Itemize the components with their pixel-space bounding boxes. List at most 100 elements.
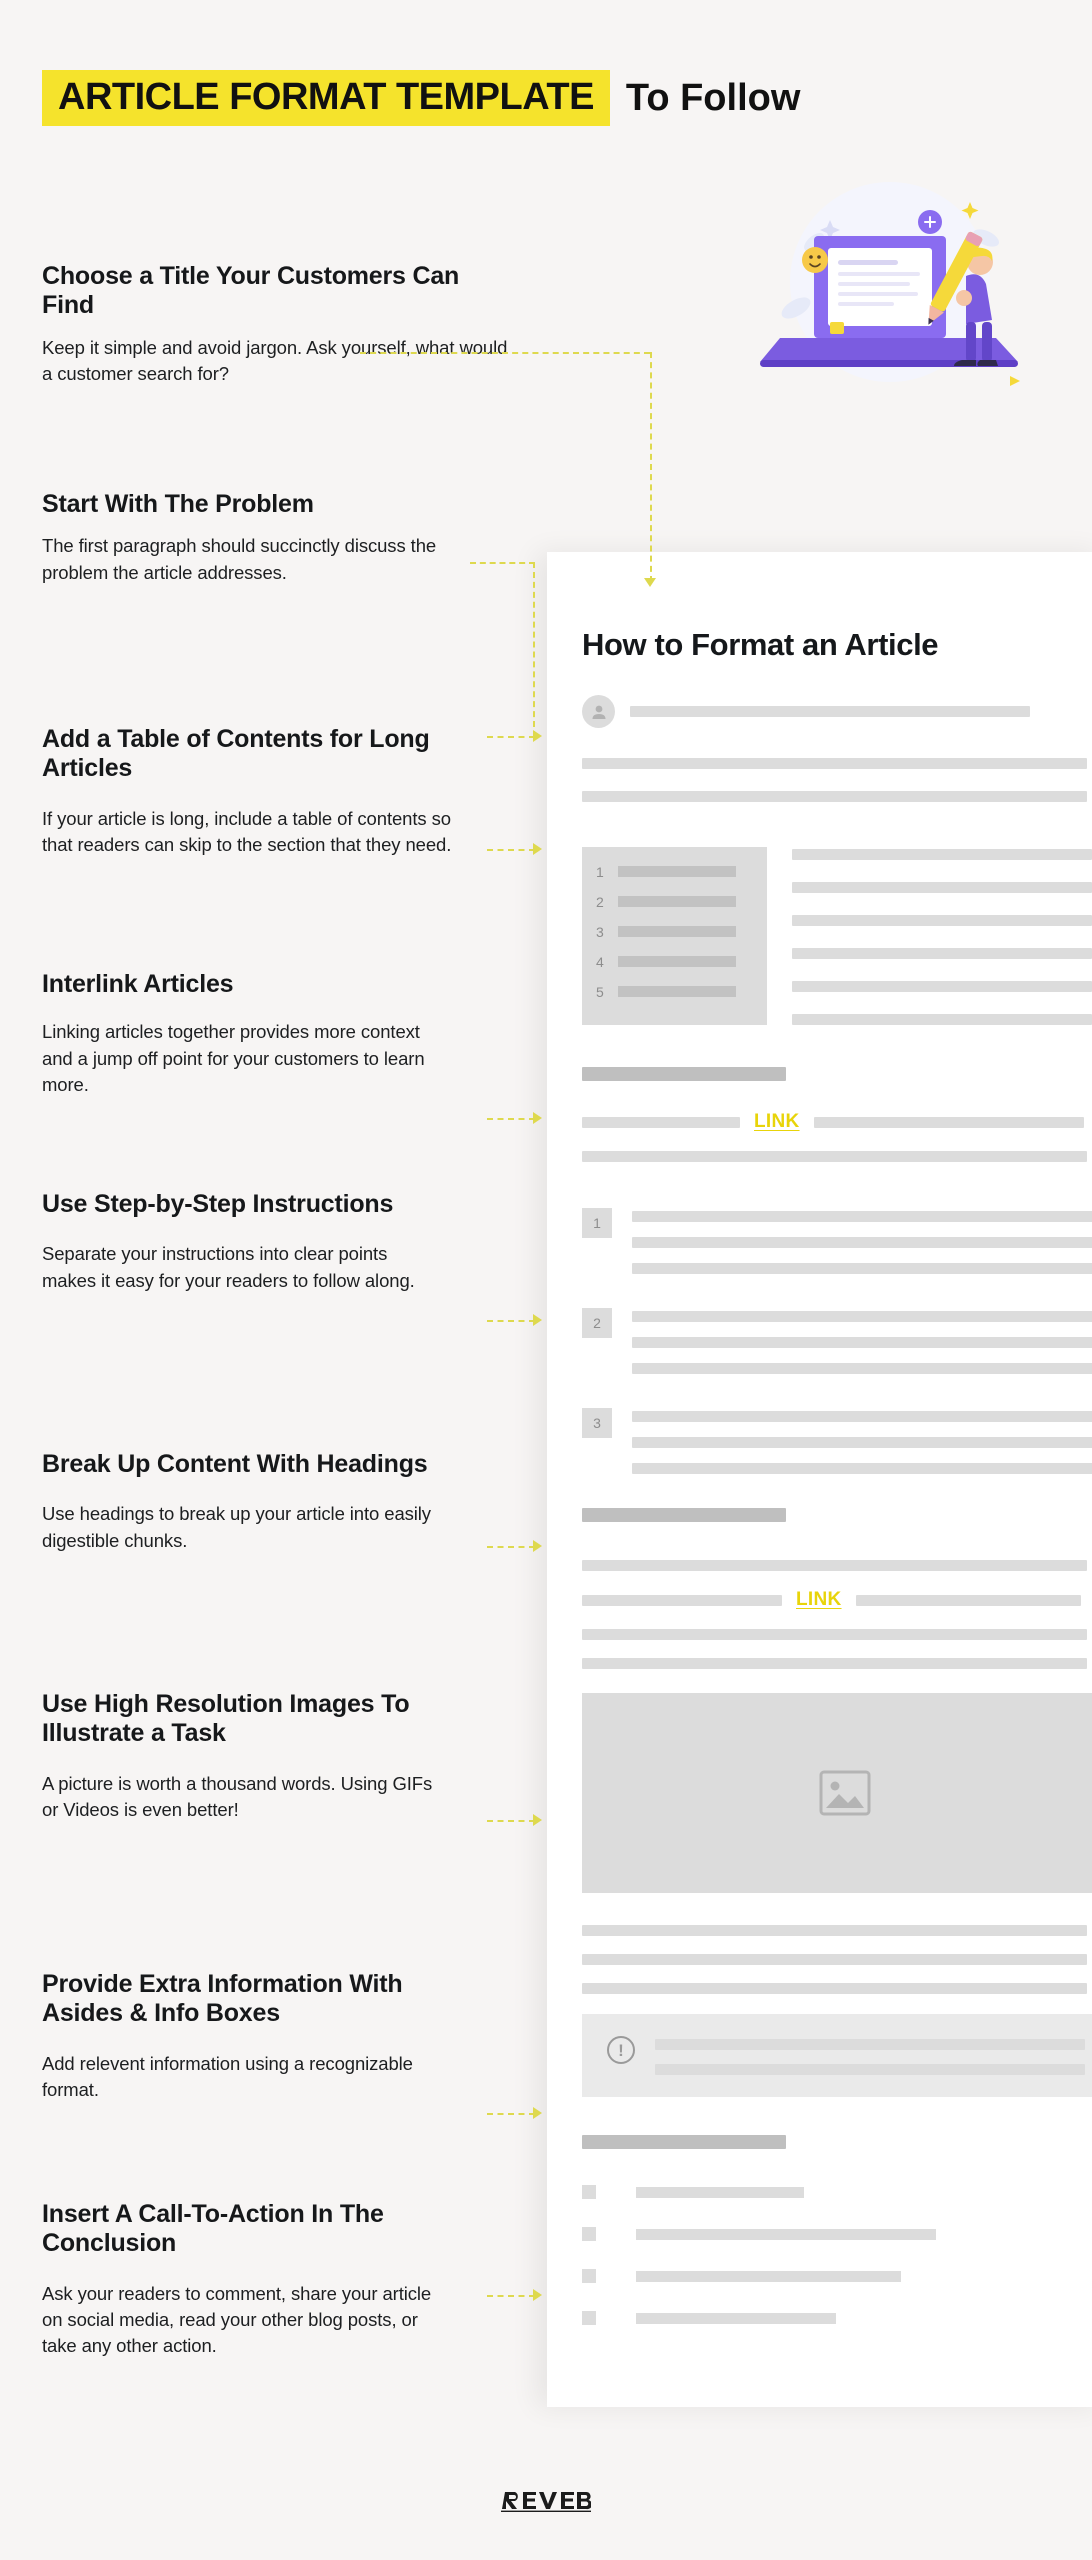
section-heading-placeholder [582, 1508, 786, 1522]
step-block-1: Choose a Title Your Customers Can Find K… [42, 262, 512, 387]
toc-number: 4 [596, 953, 604, 970]
toc-item-placeholder [618, 866, 736, 877]
toc-row: 4 [596, 952, 767, 971]
toc-side-line [792, 1014, 1092, 1025]
connector-9-line [487, 2295, 535, 2297]
step-block-7: Use High Resolution Images To Illustrate… [42, 1690, 452, 1823]
step-title: Insert A Call-To-Action In The Conclusio… [42, 2200, 384, 2258]
article-mockup-card: How to Format an Article 1 2 3 4 5 LINK … [547, 552, 1092, 2407]
cta-list-item [582, 2185, 1092, 2199]
connector-9-arrowhead [533, 2289, 542, 2301]
connector-8-line [487, 2113, 535, 2115]
step-line [632, 1363, 1092, 1374]
step-title: Start With The Problem [42, 490, 314, 518]
toc-row: 5 [596, 982, 767, 1001]
bullet-square-icon [582, 2311, 596, 2325]
step-line [632, 1463, 1092, 1474]
info-line [655, 2064, 1085, 2075]
step-line [632, 1411, 1092, 1422]
step-body: Linking articles together provides more … [42, 1021, 425, 1096]
connector-4-line [487, 1118, 535, 1120]
step-line [632, 1437, 1092, 1448]
paragraph-line [582, 1629, 1087, 1640]
connector-6-arrowhead [533, 1540, 542, 1552]
toc-row: 2 [596, 892, 767, 911]
step-number-box: 2 [582, 1308, 612, 1338]
step-text-placeholder [632, 1408, 1092, 1474]
connector-3-arrowhead [533, 843, 542, 855]
intro-line-2 [582, 791, 1087, 802]
toc-number: 1 [596, 863, 604, 880]
mockup-info-box: ! [582, 2014, 1092, 2097]
section-heading-placeholder [582, 2135, 786, 2149]
step-title: Use Step-by-Step Instructions [42, 1190, 394, 1218]
paragraph-line [582, 1560, 1087, 1571]
connector-7-arrowhead [533, 1814, 542, 1826]
toc-side-line [792, 849, 1092, 860]
bullet-square-icon [582, 2269, 596, 2283]
link-paragraph-line-2 [582, 1151, 1092, 1162]
step-block-8: Provide Extra Information With Asides & … [42, 1970, 442, 2103]
toc-number: 3 [596, 923, 604, 940]
connector-5-arrowhead [533, 1314, 542, 1326]
step-body: If your article is long, include a table… [42, 807, 452, 855]
mockup-toc-block: 1 2 3 4 5 [582, 847, 1092, 1025]
infographic-page: ARTICLE FORMAT TEMPLATE To Follow How to… [0, 0, 1092, 2560]
step-line [632, 1337, 1092, 1348]
connector-6-line [487, 1546, 535, 1548]
step-body: Use headings to break up your article in… [42, 1503, 431, 1551]
cta-list-item [582, 2269, 1092, 2283]
intro-line-1 [582, 758, 1087, 769]
connector-2-horizontal [470, 562, 535, 564]
connector-2-horizontal-end [487, 736, 535, 738]
step-block-2: Start With The Problem The first paragra… [42, 490, 462, 586]
bullet-square-icon [582, 2185, 596, 2199]
cta-list-item [582, 2311, 1092, 2325]
step-title: Choose a Title Your Customers Can Find [42, 262, 460, 320]
connector-5-line [487, 1320, 535, 1322]
section-heading-placeholder [582, 1067, 786, 1081]
toc-side-line [792, 948, 1092, 959]
toc-item-placeholder [618, 926, 736, 937]
cta-item-placeholder [636, 2186, 804, 2198]
connector-2-arrowhead [533, 730, 542, 742]
toc-number: 5 [596, 983, 604, 1000]
link-line-left [582, 1116, 740, 1128]
connector-3-line [487, 849, 535, 851]
header-highlight-text: ARTICLE FORMAT TEMPLATE [42, 70, 610, 126]
step-block-6: Break Up Content With Headings Use headi… [42, 1450, 442, 1554]
cta-item-placeholder [636, 2270, 901, 2282]
mockup-numbered-steps: 1 2 3 [582, 1208, 1092, 1474]
step-title: Provide Extra Information With Asides & … [42, 1970, 403, 2028]
paragraph-line [582, 1925, 1087, 1936]
toc-panel: 1 2 3 4 5 [582, 847, 767, 1025]
toc-item-placeholder [618, 896, 736, 907]
page-header: ARTICLE FORMAT TEMPLATE To Follow [42, 70, 800, 126]
step-line [632, 1237, 1092, 1248]
inline-link-2[interactable]: LINK [796, 1589, 842, 1611]
post-image-paragraph [582, 1925, 1092, 1994]
step-block-9: Insert A Call-To-Action In The Conclusio… [42, 2200, 442, 2360]
cta-item-placeholder [636, 2228, 936, 2240]
link2-line-right [855, 1594, 1081, 1606]
link-line-right [813, 1116, 1084, 1128]
info-line [655, 2039, 1085, 2050]
cta-item-placeholder [636, 2312, 836, 2324]
link2-line-left [582, 1594, 782, 1606]
second-link-paragraph: LINK [582, 1560, 1092, 1669]
step-body: Keep it simple and avoid jargon. Ask you… [42, 336, 508, 384]
toc-side-line [792, 981, 1092, 992]
numbered-step-row: 1 [582, 1208, 1092, 1274]
connector-7-line [487, 1820, 535, 1822]
mockup-cta-list [582, 2185, 1092, 2325]
mockup-author-row [582, 695, 1092, 728]
step-line [632, 1311, 1092, 1322]
mockup-heading-1 [582, 1067, 1092, 1081]
step-title: Interlink Articles [42, 970, 234, 998]
step-body: Add relevent information using a recogni… [42, 2052, 413, 2100]
toc-item-placeholder [618, 956, 736, 967]
step-title: Break Up Content With Headings [42, 1450, 428, 1478]
toc-row: 3 [596, 922, 767, 941]
inline-link-1[interactable]: LINK [754, 1111, 800, 1133]
mockup-image-placeholder [582, 1693, 1092, 1893]
